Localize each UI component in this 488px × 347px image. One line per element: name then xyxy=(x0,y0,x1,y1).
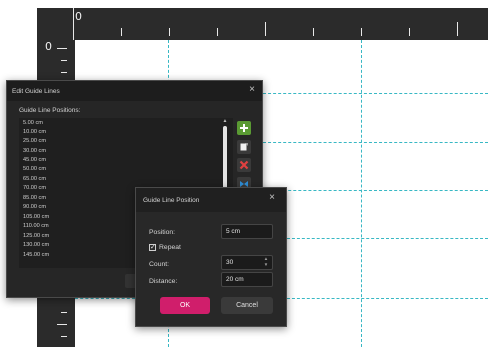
guide-line-horizontal[interactable] xyxy=(75,298,135,299)
dialog-title: Edit Guide Lines xyxy=(12,88,60,95)
horizontal-ruler[interactable]: 0 xyxy=(37,8,488,40)
list-item[interactable]: 10.00 cm xyxy=(23,129,46,135)
count-stepper[interactable]: ▲ ▼ xyxy=(262,256,270,269)
list-item[interactable]: 50.00 cm xyxy=(23,166,46,172)
close-icon[interactable]: × xyxy=(247,85,257,95)
position-label: Position: xyxy=(149,229,176,236)
ruler-tick xyxy=(313,28,314,36)
guide-line-vertical[interactable] xyxy=(361,40,362,347)
repeat-label: Repeat xyxy=(159,244,181,251)
ruler-tick xyxy=(169,28,170,36)
plus-icon xyxy=(240,124,248,132)
ruler-tick xyxy=(61,60,67,61)
delete-icon xyxy=(239,160,249,170)
ruler-tick xyxy=(61,312,67,313)
ruler-tick xyxy=(217,28,218,36)
list-item[interactable]: 30.00 cm xyxy=(23,148,46,154)
dialog-titlebar[interactable]: Guide Line Position × xyxy=(136,188,286,212)
list-item[interactable]: 125.00 cm xyxy=(23,233,49,239)
ruler-tick xyxy=(61,336,67,337)
ruler-tick xyxy=(361,28,362,36)
dialog-titlebar[interactable]: Edit Guide Lines × xyxy=(7,81,262,101)
ok-button[interactable]: OK xyxy=(160,297,210,314)
list-item[interactable]: 85.00 cm xyxy=(23,195,46,201)
ruler-tick xyxy=(61,72,67,73)
list-item[interactable]: 25.00 cm xyxy=(23,138,46,144)
guide-line-horizontal[interactable] xyxy=(287,238,488,239)
delete-guide-button[interactable] xyxy=(237,158,251,172)
list-item[interactable]: 90.00 cm xyxy=(23,204,46,210)
ruler-tick xyxy=(57,48,67,49)
chevron-down-icon[interactable]: ▼ xyxy=(262,262,270,268)
ruler-left-zero: 0 xyxy=(45,40,52,53)
guide-line-horizontal[interactable] xyxy=(263,93,488,94)
list-item[interactable]: 105.00 cm xyxy=(23,214,49,220)
guide-line-horizontal[interactable] xyxy=(287,298,488,299)
guide-line-position-dialog: Guide Line Position × Position: 5 cm ✓ R… xyxy=(135,187,287,327)
edit-icon xyxy=(240,143,248,151)
guide-line-positions-label: Guide Line Positions: xyxy=(19,107,81,114)
ruler-tick xyxy=(57,324,67,325)
list-item[interactable]: 70.00 cm xyxy=(23,185,46,191)
guide-line-horizontal[interactable] xyxy=(263,190,488,191)
close-icon[interactable]: × xyxy=(267,193,277,203)
list-item[interactable]: 45.00 cm xyxy=(23,157,46,163)
dialog-title: Guide Line Position xyxy=(143,197,200,204)
scrollbar-thumb[interactable] xyxy=(223,126,227,196)
distance-label: Distance: xyxy=(149,278,178,285)
list-item[interactable]: 110.00 cm xyxy=(23,223,49,229)
ruler-tick xyxy=(265,22,266,36)
ruler-tick xyxy=(457,22,458,36)
ruler-tick xyxy=(121,28,122,36)
ruler-corner xyxy=(0,8,37,40)
distance-input[interactable]: 20 cm xyxy=(221,272,273,287)
list-item[interactable]: 130.00 cm xyxy=(23,242,49,248)
add-guide-button[interactable] xyxy=(237,121,251,135)
ruler-tick xyxy=(73,8,74,40)
cancel-button[interactable]: Cancel xyxy=(221,297,273,314)
list-item[interactable]: 145.00 cm xyxy=(23,252,49,258)
edit-guide-button[interactable] xyxy=(237,140,251,154)
scroll-up-arrow-icon[interactable]: ▲ xyxy=(221,118,229,124)
guide-line-horizontal[interactable] xyxy=(263,142,488,143)
position-input[interactable]: 5 cm xyxy=(221,224,273,239)
count-label: Count: xyxy=(149,261,170,268)
list-item[interactable]: 5.00 cm xyxy=(23,120,43,126)
ruler-tick xyxy=(409,28,410,36)
repeat-checkbox[interactable]: ✓ xyxy=(149,244,156,251)
ruler-top-zero: 0 xyxy=(75,10,82,23)
list-item[interactable]: 65.00 cm xyxy=(23,176,46,182)
